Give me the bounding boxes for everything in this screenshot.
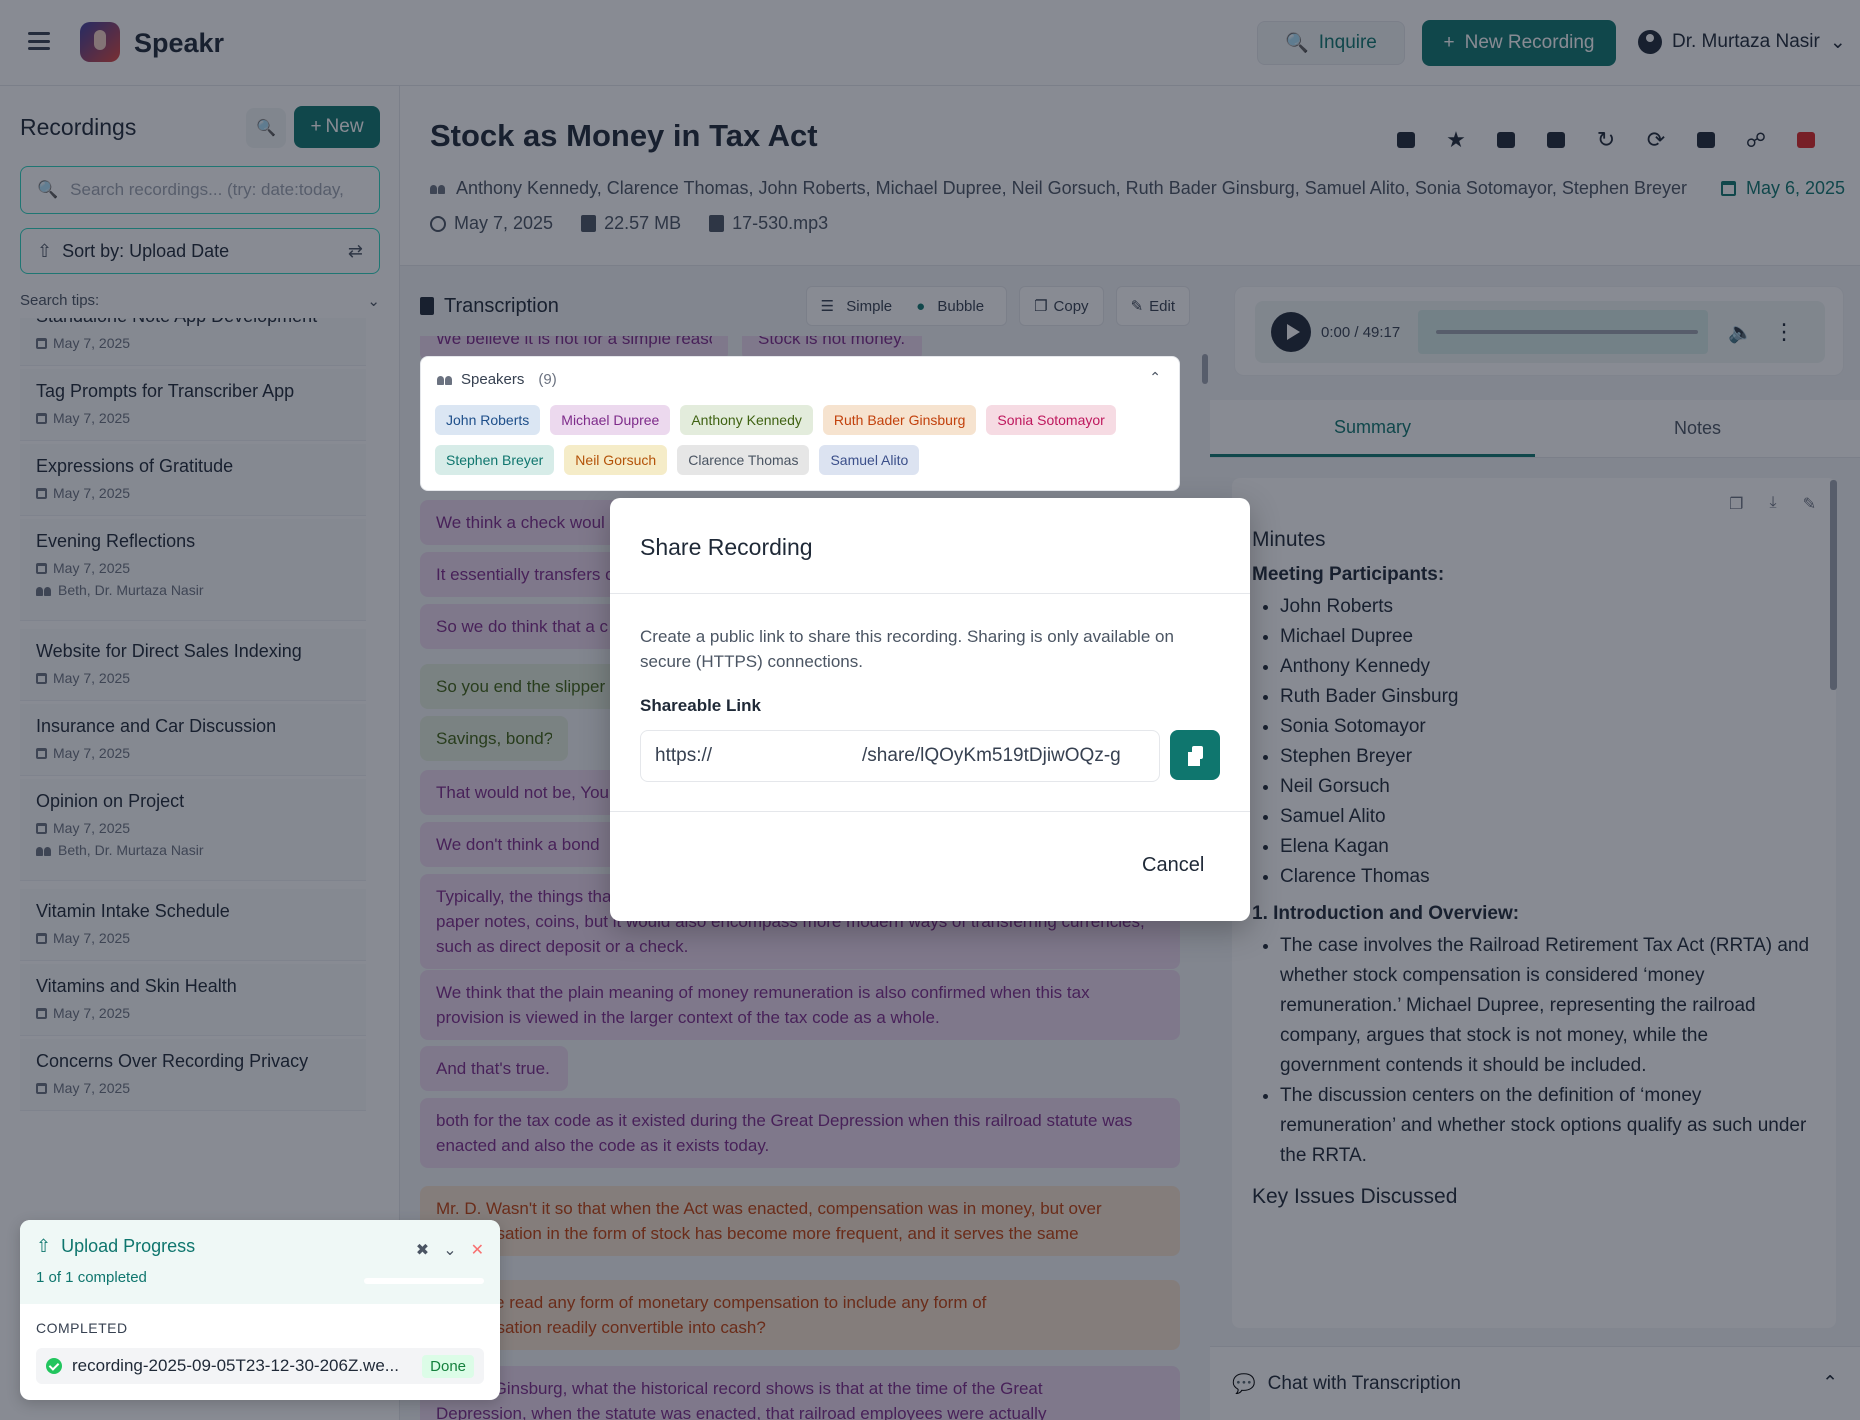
speaker-chip[interactable]: Neil Gorsuch [564, 445, 668, 475]
speaker-chip[interactable]: Clarence Thomas [677, 445, 810, 475]
users-icon [437, 374, 453, 385]
upload-icon: ⇧ [36, 1236, 52, 1256]
speakers-panel: Speakers (9) ⌃ John Roberts Michael Dupre… [420, 356, 1180, 491]
speaker-chip[interactable]: Ruth Bader Ginsburg [822, 405, 977, 435]
speaker-chip[interactable]: Samuel Alito [819, 445, 920, 475]
modal-description: Create a public link to share this recor… [640, 627, 1174, 671]
modal-title: Share Recording [640, 534, 813, 560]
shareable-link-label: Shareable Link [640, 696, 761, 715]
modal-divider [610, 811, 1250, 812]
upload-progress-panel: ⇧ Upload Progress 1 of 1 completed ✖ ⌄ ✕ … [20, 1220, 500, 1400]
chevron-down-icon[interactable]: ⌄ [443, 1240, 456, 1260]
upload-progress-bar [364, 1278, 484, 1284]
upload-file-name: recording-2025-09-05T23-12-30-206Z.we... [72, 1356, 399, 1375]
copy-icon [1186, 746, 1204, 768]
status-badge: Done [422, 1354, 474, 1378]
speaker-chip[interactable]: Sonia Sotomayor [986, 405, 1116, 435]
cancel-button[interactable]: Cancel [1142, 854, 1204, 877]
broom-icon[interactable]: ✖ [416, 1240, 429, 1260]
modal-divider [610, 593, 1250, 594]
copy-link-button[interactable] [1170, 730, 1220, 780]
completed-section-label: COMPLETED [36, 1320, 128, 1336]
link-suffix: /share/lQOyKm519tDjiwOQz-g [862, 745, 1121, 766]
chevron-up-icon[interactable]: ⌃ [1149, 369, 1161, 386]
speaker-chip[interactable]: Michael Dupree [550, 405, 671, 435]
speakers-header[interactable]: Speakers (9) [437, 371, 557, 388]
close-icon[interactable]: ✕ [471, 1240, 484, 1260]
upload-file-row: recording-2025-09-05T23-12-30-206Z.we...… [36, 1348, 484, 1384]
speaker-chip[interactable]: Stephen Breyer [435, 445, 555, 475]
check-circle-icon [46, 1358, 62, 1374]
share-recording-modal: Share Recording Create a public link to … [610, 498, 1250, 921]
upload-title: Upload Progress [61, 1236, 196, 1256]
speakers-count: (9) [538, 371, 557, 388]
speaker-chip[interactable]: Anthony Kennedy [680, 405, 813, 435]
speakers-label: Speakers [461, 371, 525, 388]
shareable-link-input[interactable]: https:// /share/lQOyKm519tDjiwOQz-g [640, 730, 1160, 782]
link-prefix: https:// [655, 745, 713, 766]
speaker-chips: John Roberts Michael Dupree Anthony Kenned… [435, 405, 1175, 475]
speaker-chip[interactable]: John Roberts [435, 405, 541, 435]
